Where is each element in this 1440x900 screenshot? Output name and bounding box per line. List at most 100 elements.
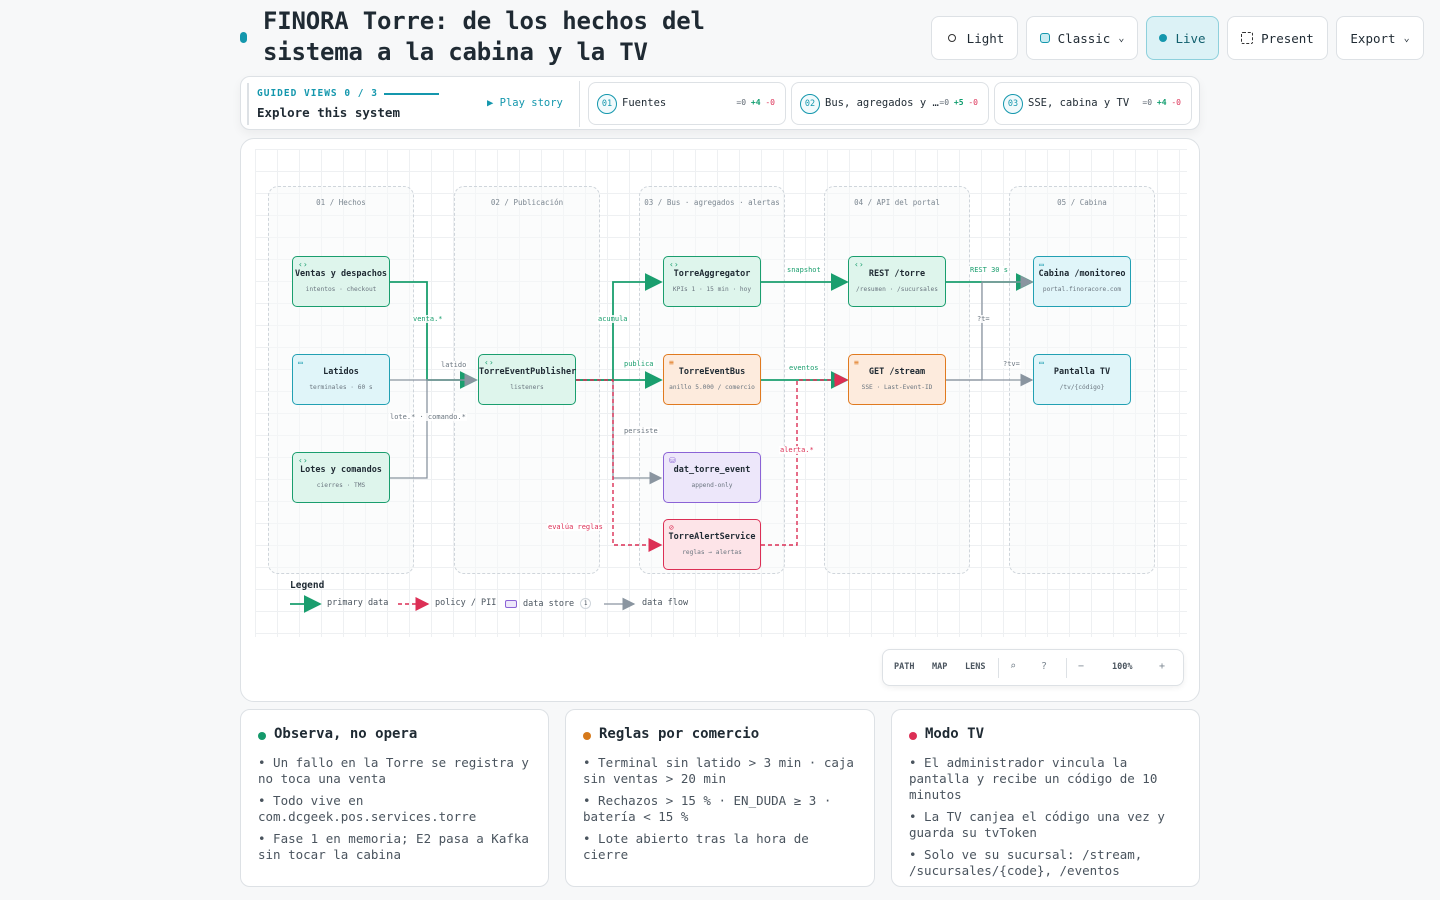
title-indicator (240, 32, 247, 43)
node-title: GET /stream (868, 367, 926, 377)
node-title: dat_torre_event (673, 465, 751, 475)
step-diff-counts: =0 +5 -0 (939, 98, 978, 107)
export-dropdown[interactable]: Export ⌄ (1336, 16, 1424, 60)
status-dot (909, 732, 917, 740)
node-rest-torre[interactable]: ‹› REST /torre /resumen · /sucursales (848, 256, 946, 307)
guided-title: Explore this system (257, 105, 400, 120)
step-number: 01 (597, 94, 617, 114)
node-title: Lotes y comandos (300, 465, 382, 475)
lens-mode-button[interactable]: LENS (965, 662, 985, 672)
guided-accent-line (247, 83, 249, 125)
list-item: • El administrador vincula la pantalla y… (909, 755, 1158, 802)
step-diff-counts: =0 +4 -0 (736, 98, 775, 107)
list-item: • Terminal sin latido > 3 min · caja sin… (583, 755, 854, 786)
node-pantalla-tv[interactable]: ▭ Pantalla TV /tv/{código} (1033, 354, 1131, 405)
page-title: FINORA Torre: de los hechos del sistema … (263, 7, 705, 66)
edge-label: eventos (788, 364, 820, 372)
node-stream[interactable]: ≡ GET /stream SSE · Last-Event-ID (848, 354, 946, 405)
palette-icon (1039, 33, 1050, 43)
list-item: • Solo ve su sucursal: /stream, /sucursa… (909, 847, 1143, 878)
guided-step-1[interactable]: 01 Fuentes =0 +4 -0 (588, 82, 786, 125)
legend-title: Legend (290, 580, 325, 591)
edge-label: publica (623, 360, 655, 368)
node-ventas[interactable]: ‹› Ventas y despachos intentos · checkou… (292, 256, 390, 307)
map-mode-button[interactable]: MAP (932, 662, 947, 672)
node-subtitle: SSE · Last-Event-ID (861, 384, 933, 391)
list-item: • Rechazos > 15 % · EN_DUDA ≥ 3 · baterí… (583, 793, 832, 824)
node-publisher[interactable]: ‹› TorreEventPublisher listeners (478, 354, 576, 405)
zoom-out-button[interactable]: − (1078, 661, 1084, 672)
edge-label: lote.* · comando.* (389, 413, 467, 421)
classic-style-dropdown[interactable]: Classic ⌄ (1026, 16, 1138, 60)
diagram-edges (290, 273, 1034, 613)
node-subtitle: reglas → alertas (682, 549, 742, 556)
node-latidos[interactable]: ▭ Latidos terminales · 60 s (292, 354, 390, 405)
architecture-diagram[interactable]: 01 / Hechos 02 / Publicación 03 / Bus · … (240, 138, 1200, 702)
step-number: 03 (1003, 94, 1023, 114)
node-subtitle: listeners (510, 384, 544, 391)
node-subtitle: anillo 5.000 / comercio (669, 384, 755, 391)
zoom-level: 100% (1112, 662, 1133, 672)
node-cabina[interactable]: ▭ Cabina /monitoreo portal.finoracore.co… (1033, 256, 1131, 307)
node-subtitle: cierres · TMS (316, 482, 366, 489)
list-item: • Lote abierto tras la hora de cierre (583, 831, 809, 862)
divider (579, 81, 580, 127)
code-icon: ‹› (669, 260, 679, 269)
queue-icon: ≡ (854, 358, 859, 367)
node-alert-service[interactable]: ⊘ TorreAlertService reglas → alertas (663, 519, 761, 570)
live-dot-icon (1159, 34, 1168, 42)
edge-label: ?t= (976, 315, 991, 323)
edge-label: latido (440, 361, 468, 369)
count-badge: 1 (580, 598, 592, 609)
guided-step-2[interactable]: 02 Bus, agregados y alertas =0 +5 -0 (791, 82, 989, 125)
status-dot (258, 732, 266, 740)
guided-views-bar: GUIDED VIEWS 0 / 3 Explore this system ▶… (240, 76, 1200, 130)
info-card-observa: Observa, no opera • Un fallo en la Torre… (240, 709, 549, 887)
edge-label: persiste (623, 427, 659, 435)
present-button[interactable]: Present (1227, 16, 1328, 60)
edge-alerta (761, 373, 849, 546)
light-theme-button[interactable]: Light (931, 16, 1018, 60)
live-button[interactable]: Live (1146, 16, 1219, 60)
play-story-button[interactable]: ▶ Play story (487, 97, 563, 109)
zoom-in-button[interactable]: + (1159, 661, 1165, 672)
code-icon: ‹› (298, 260, 308, 269)
divider (998, 658, 999, 678)
help-icon[interactable]: ? (1041, 661, 1047, 672)
list-item: • La TV canjea el código una vez y guard… (909, 809, 1165, 840)
step-diff-counts: =0 +4 -0 (1142, 98, 1181, 107)
node-aggregator[interactable]: ‹› TorreAggregator KPIs 1 · 15 min · hoy (663, 256, 761, 307)
card-title: Reglas por comercio (599, 726, 760, 742)
edge-label: alerta.* (779, 446, 815, 454)
node-title: TorreAlertService (668, 532, 756, 542)
edge-lote (390, 373, 478, 479)
play-story-label: Play story (499, 97, 563, 109)
node-data-store[interactable]: ⛁ dat_torre_event append-only (663, 452, 761, 503)
path-mode-button[interactable]: PATH (894, 662, 914, 672)
node-title: TorreAggregator (673, 269, 751, 279)
search-icon[interactable]: ⌕ (1010, 661, 1016, 672)
node-subtitle: /tv/{código} (1059, 384, 1105, 391)
legend-policy: policy / PII (435, 598, 497, 608)
queue-icon: ≡ (669, 358, 674, 367)
node-subtitle: KPIs 1 · 15 min · hoy (672, 286, 752, 293)
classic-label: Classic (1057, 30, 1111, 46)
card-list: • El administrador vincula la pantalla y… (909, 755, 1185, 885)
edge-label: venta.* (412, 315, 444, 323)
play-icon: ▶ (487, 97, 500, 109)
live-label: Live (1175, 30, 1206, 46)
screen-icon: ▭ (1039, 260, 1044, 269)
shield-icon: ⊘ (669, 523, 674, 532)
legend-primary: primary data (327, 598, 389, 608)
edge-label: snapshot (786, 266, 822, 274)
edge-label: ?tv= (1002, 360, 1021, 368)
node-title: Cabina /monitoreo (1038, 269, 1126, 279)
fullscreen-icon (1241, 32, 1254, 44)
step-label: SSE, cabina y TV (1028, 97, 1130, 109)
node-lotes[interactable]: ‹› Lotes y comandos cierres · TMS (292, 452, 390, 503)
node-event-bus[interactable]: ≡ TorreEventBus anillo 5.000 / comercio (663, 354, 761, 405)
guided-step-3[interactable]: 03 SSE, cabina y TV =0 +4 -0 (994, 82, 1192, 125)
card-title: Observa, no opera (274, 726, 418, 742)
node-title: Ventas y despachos (294, 269, 388, 279)
guided-progress-line (384, 93, 439, 95)
